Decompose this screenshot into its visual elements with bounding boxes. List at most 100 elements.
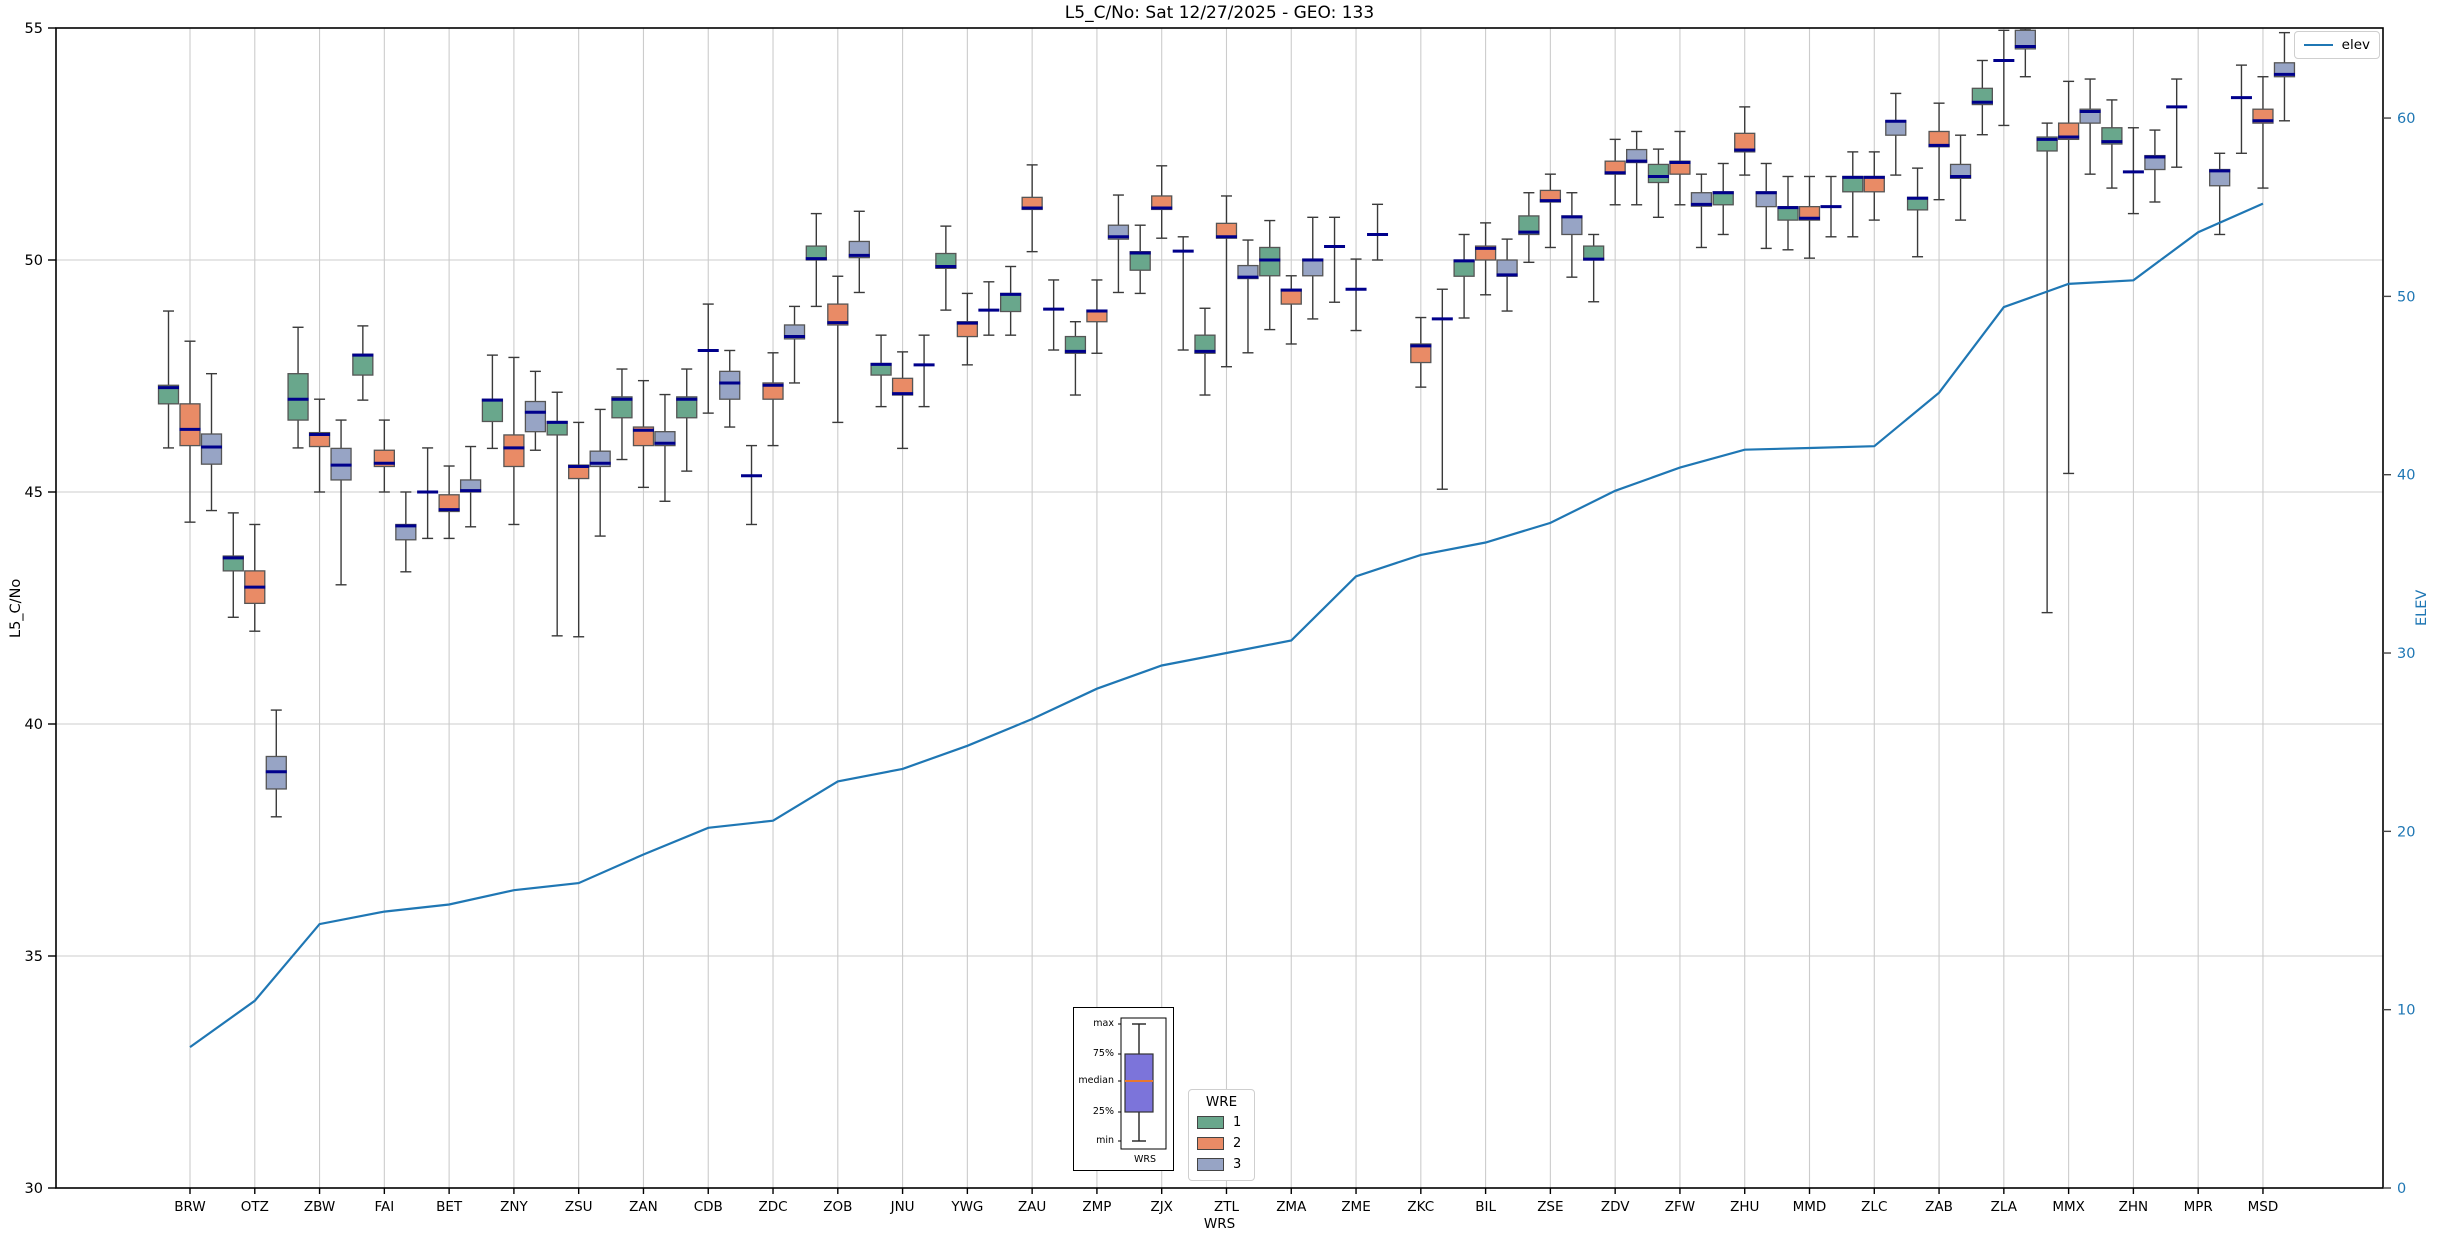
boxplot-wre3-ZLC xyxy=(1885,92,1907,176)
boxplot-wre3-BIL xyxy=(1496,238,1518,312)
boxplot-wre1-MMD xyxy=(1777,175,1799,251)
boxplot-wre1-BET xyxy=(417,447,439,540)
box xyxy=(719,370,741,400)
key-min-label: min xyxy=(1096,1135,1114,1146)
x-tick-label: BRW xyxy=(174,1199,205,1215)
x-tick-label: ZMA xyxy=(1276,1199,1307,1215)
boxplot-wre3-ZMP xyxy=(1107,194,1130,294)
elev-legend: elev xyxy=(2294,31,2380,59)
x-tick-label: ZLC xyxy=(1861,1199,1887,1215)
boxplot-wre3-ZNY xyxy=(524,370,547,451)
boxplot-wre2-ZDV xyxy=(1604,138,1626,206)
boxplot-wre2-ZBW xyxy=(308,398,331,493)
x-tick-label: ZSE xyxy=(1537,1199,1563,1215)
boxplot-wre3-ZJX xyxy=(1172,236,1194,351)
x-tick-label: OTZ xyxy=(241,1199,269,1215)
x-tick-label: ZBW xyxy=(304,1199,335,1215)
boxplot-wre2-YWG xyxy=(956,292,979,366)
boxplot-wre3-ZKC xyxy=(1431,288,1453,490)
boxplot-wre3-ZOB xyxy=(848,210,870,294)
boxplot-wre2-MMX xyxy=(2057,80,2080,475)
y-tick-label-left: 50 xyxy=(25,253,43,269)
boxplot-wre2-ZDC xyxy=(762,352,784,447)
boxplot-wre1-ZDV xyxy=(1583,233,1605,303)
chart-title: L5_C/No: Sat 12/27/2025 - GEO: 133 xyxy=(1064,3,1375,23)
boxplot-wre1-ZOB xyxy=(805,212,827,308)
x-tick-label: ZAB xyxy=(1925,1199,1953,1215)
boxplot-wre3-ZAU xyxy=(1043,279,1065,351)
x-tick-label: ZHU xyxy=(1730,1199,1759,1215)
boxplot-wre2-ZHN xyxy=(2122,127,2144,215)
legend-item: 2 xyxy=(1189,1133,1254,1154)
box xyxy=(999,292,1022,313)
y-axis-label-left: L5_C/No xyxy=(8,578,24,638)
wre1-swatch-icon xyxy=(1197,1116,1224,1129)
wre-legend: WRE 1 2 3 xyxy=(1188,1089,1255,1181)
x-tick-label: MMX xyxy=(2052,1199,2085,1215)
boxplot-wre1-ZAN xyxy=(611,368,633,461)
boxplot-wre3-ZDC xyxy=(783,305,806,384)
boxplot-wre2-ZMA xyxy=(1280,275,1302,345)
x-tick-label: ZAN xyxy=(629,1199,658,1215)
boxplot-wre2-ZSU xyxy=(568,421,590,638)
boxplot-wre2-BRW xyxy=(179,340,201,523)
plot-area: 30 35 40 45 50 55 0 10 20 30 40 50 60 BRW OTZ ZBW FAI BET… xyxy=(25,21,2416,1215)
y-tick-label-left: 55 xyxy=(25,21,43,37)
box xyxy=(524,400,547,433)
y-tick-label-left: 45 xyxy=(25,485,43,501)
boxplot-wre2-ZAN xyxy=(632,379,655,489)
box xyxy=(503,434,525,468)
boxplot-wre1-ZJX xyxy=(1129,224,1151,295)
boxplot-wre3-ZSE xyxy=(1561,192,1583,278)
y-tick-label-right: 20 xyxy=(2397,824,2415,840)
legend-item: 3 xyxy=(1189,1154,1254,1175)
boxplot-wre2-ZJX xyxy=(1151,165,1173,239)
boxplot-wre3-ZBW xyxy=(330,419,352,586)
y-tick-label-left: 40 xyxy=(25,717,43,733)
boxplot-wre3-ZSU xyxy=(589,408,611,537)
boxplot-wre2-JNU xyxy=(891,351,914,450)
x-tick-label: ZSU xyxy=(565,1199,593,1215)
boxplot-wre2-MSD xyxy=(2252,76,2274,189)
sample-box xyxy=(1124,1053,1154,1113)
boxplot-wre1-MPR xyxy=(2166,78,2188,168)
boxplot-wre1-ZBW xyxy=(287,326,309,449)
boxplot-wre3-BET xyxy=(459,445,482,528)
x-tick-label: ZAU xyxy=(1018,1199,1046,1215)
boxplot-wre1-ZSU xyxy=(546,391,568,637)
y-tick-label-right: 40 xyxy=(2397,468,2415,484)
x-tick-label: JNU xyxy=(890,1199,915,1215)
boxplot-wre1-MSD xyxy=(2230,64,2252,154)
box xyxy=(200,433,223,465)
boxplot-wre3-BRW xyxy=(200,372,223,512)
x-tick-label: ZTL xyxy=(1214,1199,1239,1215)
boxplot-wre2-BIL xyxy=(1474,222,1497,296)
boxplot-wre1-ZHU xyxy=(1712,162,1734,236)
x-axis-label: WRS xyxy=(1203,1216,1236,1232)
boxplot-wre3-ZAB xyxy=(1949,134,1972,221)
x-tick-label: ZMP xyxy=(1082,1199,1111,1215)
boxplot-canvas: 30 35 40 45 50 55 0 10 20 30 40 50 60 BRW OTZ ZBW FAI BET… xyxy=(25,21,2416,1215)
boxplot-wre2-ZKC xyxy=(1410,316,1432,388)
legend-item: 1 xyxy=(1189,1112,1254,1133)
boxplot-wre1-CDB xyxy=(676,368,698,472)
box xyxy=(352,353,374,376)
boxplot-wre2-ZLA xyxy=(1993,29,2015,127)
boxplot-wre3-OTZ xyxy=(265,709,287,818)
boxplot-wre3-JNU xyxy=(913,334,935,408)
x-tick-label: ZHN xyxy=(2119,1199,2149,1215)
key-max-label: max xyxy=(1093,1018,1114,1029)
box xyxy=(1453,259,1475,277)
boxplot-wre3-ZFW xyxy=(1690,173,1713,249)
box xyxy=(1259,246,1281,277)
boxplot-wre1-ZDC xyxy=(741,444,763,526)
box xyxy=(481,398,504,423)
box xyxy=(287,373,309,421)
wre-legend-title: WRE xyxy=(1205,1094,1238,1110)
y-tick-label-left: 30 xyxy=(25,1181,43,1197)
boxplot-wre1-BRW xyxy=(157,310,180,449)
boxplot-wre3-ZHU xyxy=(1755,162,1777,250)
x-tick-label: ZDV xyxy=(1601,1199,1630,1215)
boxplot-wre3-MSD xyxy=(2273,31,2296,122)
x-tick-label: ZOB xyxy=(823,1199,852,1215)
